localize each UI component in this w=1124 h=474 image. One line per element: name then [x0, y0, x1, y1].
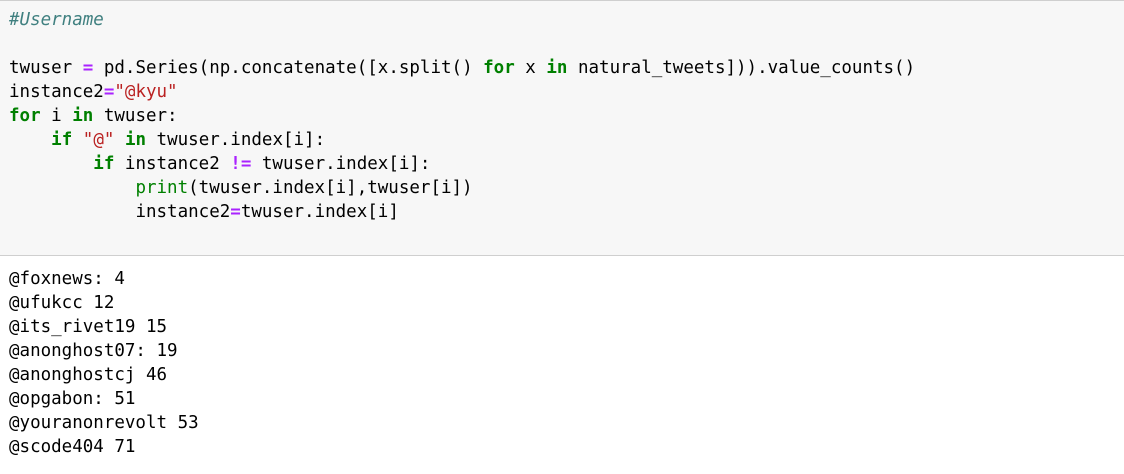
code-text: twuser [9, 58, 83, 78]
code-text: natural_tweets])).value_counts() [567, 58, 916, 78]
code-keyword: in [72, 106, 94, 126]
code-input-area[interactable]: #Username twuser = pd.Series(np.concatena… [0, 0, 1124, 256]
code-string: "@kyu" [114, 82, 178, 102]
code-text: instance2 [114, 154, 231, 174]
code-keyword: for [483, 58, 515, 78]
code-line-4: instance2="@kyu" [9, 80, 915, 104]
code-text: (twuser.index[i],twuser[i]) [188, 178, 473, 198]
code-text: instance2 [135, 202, 231, 222]
code-text: twuser.index[i]: [146, 130, 326, 150]
code-line-5: for i in twuser: [9, 104, 915, 128]
output-line: @ufukcc 12 [9, 293, 115, 313]
code-text: twuser: [93, 106, 178, 126]
output-line: @scode404 71 [9, 437, 136, 457]
output-line: @anonghost07: 19 [9, 341, 178, 361]
code-text: i [40, 106, 73, 126]
code-operator: != [230, 154, 252, 174]
code-line-6: if "@" in twuser.index[i]: [9, 128, 915, 152]
code-keyword: in [546, 58, 568, 78]
code-keyword: for [9, 106, 41, 126]
code-editor[interactable]: #Username twuser = pd.Series(np.concatena… [9, 8, 915, 224]
code-builtin: print [135, 178, 189, 198]
code-line-7: if instance2 != twuser.index[i]: [9, 152, 915, 176]
code-line-3: twuser = pd.Series(np.concatenate([x.spl… [9, 56, 915, 80]
cell-output: @foxnews: 4 @ufukcc 12 @its_rivet19 15 @ano… [9, 267, 199, 459]
code-line-9: instance2=twuser.index[i] [9, 200, 915, 224]
code-line-1: #Username [9, 8, 915, 32]
output-line: @youranonrevolt 53 [9, 413, 199, 433]
code-text: twuser.index[i] [240, 202, 399, 222]
output-line: @foxnews: 4 [9, 269, 125, 289]
code-string: "@" [82, 130, 115, 150]
code-line-8: print(twuser.index[i],twuser[i]) [9, 176, 915, 200]
code-keyword: in [124, 130, 147, 150]
code-text: instance2 [9, 82, 104, 102]
notebook-cell: #Username twuser = pd.Series(np.concatena… [0, 0, 1124, 474]
code-operator: = [230, 202, 241, 222]
code-text: twuser.index[i]: [251, 154, 431, 174]
code-comment: #Username [9, 10, 104, 30]
code-keyword: if [51, 130, 73, 150]
output-line: @anonghostcj 46 [9, 365, 168, 385]
output-line: @opgabon: 51 [9, 389, 136, 409]
code-operator: = [103, 82, 115, 102]
code-text: pd.Series(np.concatenate([x.split() [93, 58, 484, 78]
code-keyword: if [93, 154, 115, 174]
code-operator: = [82, 58, 94, 78]
output-line: @its_rivet19 15 [9, 317, 168, 337]
code-text: x [514, 58, 547, 78]
